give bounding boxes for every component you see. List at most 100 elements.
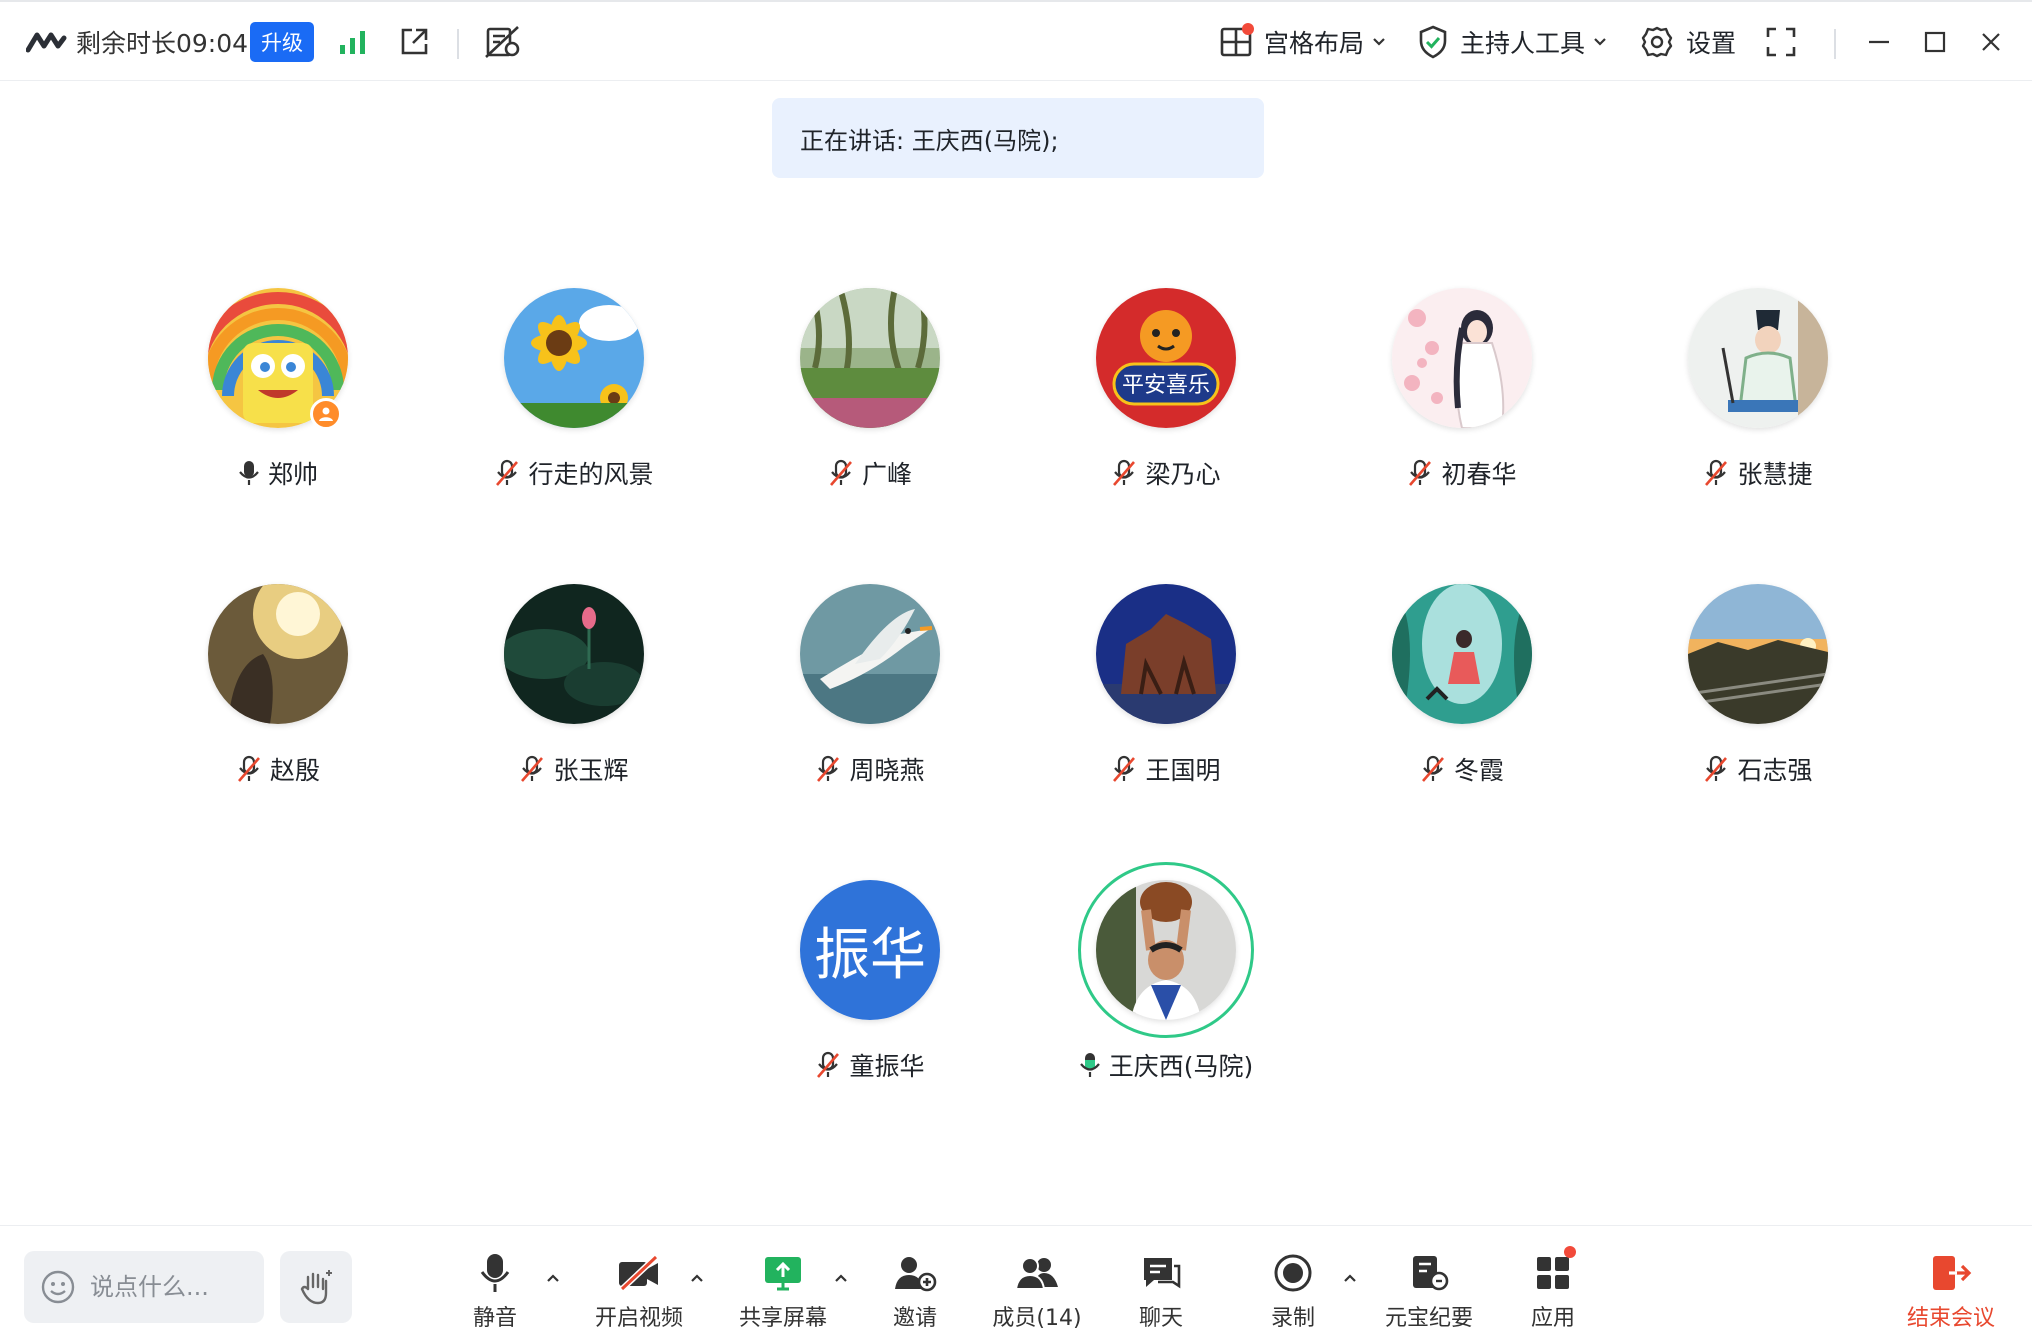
settings-button[interactable]: 设置	[1640, 2, 1736, 81]
grid-layout-icon	[1220, 22, 1254, 57]
mic-muted-icon	[519, 755, 545, 783]
participant-tile[interactable]: 广峰	[720, 288, 1020, 508]
participant-tile[interactable]: 初春华	[1312, 288, 1612, 508]
mic-muted-icon	[1111, 459, 1137, 487]
share-screen-button[interactable]: 共享屏幕	[718, 1252, 848, 1332]
participant-name: 初春华	[1441, 460, 1517, 489]
mic-muted-icon	[828, 459, 854, 487]
app-logo-icon	[26, 2, 68, 81]
speaking-banner: 正在讲话: 王庆西(马院);	[772, 98, 1264, 178]
participant-tile[interactable]: 王庆西(马院)	[1016, 862, 1316, 1100]
grid-layout-label: 宫格布局	[1264, 28, 1365, 58]
participant-tile[interactable]: 平安喜乐 梁乃心	[1016, 288, 1316, 508]
participant-tile[interactable]: 周晓燕	[720, 584, 1020, 804]
participant-tile[interactable]: 郑帅	[128, 288, 428, 508]
raise-hand-button[interactable]	[280, 1251, 352, 1323]
title-bar: 剩余时长09:04 升级 宫格布局 主持人工具 设置	[0, 0, 2032, 81]
chat-label: 聊天	[1138, 1306, 1183, 1331]
minimize-window-icon[interactable]	[1866, 2, 1892, 81]
raise-hand-icon	[300, 1270, 332, 1305]
participant-name: 童振华	[849, 1052, 925, 1081]
participant-name: 王国明	[1145, 756, 1221, 785]
video-off-icon	[616, 1252, 662, 1294]
remaining-time: 剩余时长09:04	[76, 28, 249, 58]
emoji-icon[interactable]	[40, 1269, 76, 1305]
mic-muted-icon	[494, 459, 520, 487]
participant-tile[interactable]: 张慧捷	[1608, 288, 1908, 508]
avatar	[1688, 288, 1828, 428]
ai-minutes-icon	[1409, 1252, 1449, 1294]
participant-tile[interactable]: 赵殷	[128, 584, 428, 804]
participant-name: 冬霞	[1453, 756, 1504, 785]
mic-icon	[479, 1252, 511, 1294]
upgrade-button[interactable]: 升级	[250, 21, 314, 62]
mic-muted-icon	[815, 1051, 841, 1079]
popout-window-icon[interactable]	[398, 2, 430, 81]
avatar	[1392, 288, 1532, 428]
mic-muted-icon	[1703, 755, 1729, 783]
members-button[interactable]: 成员(14)	[972, 1252, 1102, 1332]
quick-chat-box[interactable]	[24, 1251, 264, 1323]
share-screen-label: 共享屏幕	[738, 1306, 827, 1331]
avatar	[504, 288, 644, 428]
avatar: 振华	[800, 880, 940, 1020]
meeting-toolbar: 静音 开启视频 共享屏幕 邀请 成员(14) 聊天	[0, 1225, 2032, 1343]
mic-icon	[238, 459, 260, 487]
participant-name: 张慧捷	[1737, 460, 1813, 489]
participant-tile[interactable]: 张玉辉	[424, 584, 724, 804]
members-label: 成员(14)	[992, 1306, 1082, 1331]
grid-layout-menu[interactable]: 宫格布局	[1220, 2, 1386, 81]
avatar	[800, 584, 940, 724]
apps-grid-icon	[1534, 1246, 1576, 1294]
ai-minutes-button[interactable]: 元宝纪要	[1364, 1252, 1494, 1332]
mic-muted-icon	[236, 755, 262, 783]
apps-button[interactable]: 应用	[1488, 1246, 1618, 1332]
participant-name: 王庆西(马院)	[1108, 1052, 1254, 1081]
video-options-icon[interactable]	[687, 1270, 707, 1286]
participant-name: 张玉辉	[553, 756, 629, 785]
mute-button[interactable]: 静音	[430, 1252, 560, 1332]
avatar	[504, 584, 644, 724]
avatar	[800, 288, 940, 428]
audio-options-icon[interactable]	[543, 1270, 563, 1286]
avatar-initials: 振华	[800, 880, 940, 1020]
participant-tile[interactable]: 行走的风景	[424, 288, 724, 508]
mic-muted-icon	[1111, 755, 1137, 783]
close-window-icon[interactable]	[1978, 2, 2004, 81]
mic-speaking-icon	[1079, 1051, 1101, 1079]
mic-muted-icon	[1407, 459, 1433, 487]
share-screen-icon	[763, 1252, 803, 1294]
ai-minutes-off-icon[interactable]	[484, 2, 522, 81]
chat-icon	[1140, 1252, 1182, 1294]
chevron-down-icon	[1373, 37, 1385, 46]
ai-minutes-label: 元宝纪要	[1384, 1306, 1473, 1331]
invite-button[interactable]: 邀请	[850, 1252, 980, 1332]
participant-tile[interactable]: 振华 童振华	[720, 880, 1020, 1100]
maximize-window-icon[interactable]	[1922, 2, 1948, 81]
start-video-button[interactable]: 开启视频	[574, 1252, 704, 1332]
quick-chat-input[interactable]	[88, 1272, 262, 1302]
invite-label: 邀请	[892, 1306, 937, 1331]
participant-name: 郑帅	[267, 460, 318, 489]
participant-name: 行走的风景	[528, 460, 654, 489]
participant-tile[interactable]: 冬霞	[1312, 584, 1612, 804]
fullscreen-icon[interactable]	[1766, 2, 1796, 81]
chat-button[interactable]: 聊天	[1096, 1252, 1226, 1332]
end-meeting-label: 结束会议	[1906, 1306, 1995, 1331]
add-user-icon	[893, 1252, 937, 1294]
mic-muted-icon	[1420, 755, 1446, 783]
record-button[interactable]: 录制	[1228, 1252, 1358, 1332]
participant-tile[interactable]: 王国明	[1016, 584, 1316, 804]
avatar-badge-text: 平安喜乐	[1122, 373, 1210, 398]
record-options-icon[interactable]	[1340, 1270, 1360, 1286]
participant-tile[interactable]: 石志强	[1608, 584, 1908, 804]
signal-strength-icon[interactable]	[338, 2, 368, 81]
mic-muted-icon	[815, 755, 841, 783]
avatar	[1096, 584, 1236, 724]
share-options-icon[interactable]	[831, 1270, 851, 1286]
end-meeting-button[interactable]: 结束会议	[1886, 1252, 2016, 1332]
host-tools-menu[interactable]: 主持人工具	[1418, 2, 1607, 81]
mute-label: 静音	[472, 1306, 517, 1331]
record-label: 录制	[1270, 1306, 1315, 1331]
participant-name: 石志强	[1737, 756, 1813, 785]
